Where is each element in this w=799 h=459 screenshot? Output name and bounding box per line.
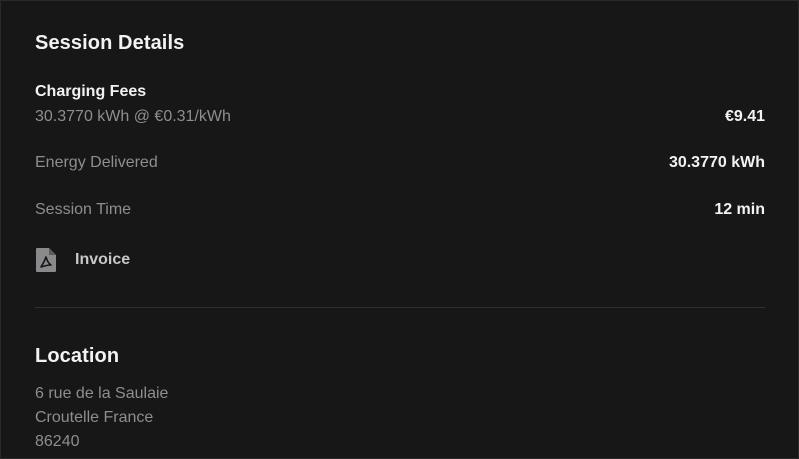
charging-fees-amount: €9.41	[724, 108, 765, 125]
address-line-postcode: 86240	[35, 433, 80, 450]
address-line-street: 6 rue de la Saulaie	[35, 385, 169, 402]
energy-delivered-label: Energy Delivered	[35, 154, 158, 171]
session-details-panel: Session Details Charging Fees 30.3770 kW…	[0, 0, 799, 459]
session-details-title: Session Details	[35, 32, 185, 54]
section-divider	[35, 307, 765, 308]
pdf-file-icon	[35, 247, 57, 273]
invoice-label: Invoice	[75, 251, 131, 268]
charging-fees-title: Charging Fees	[35, 83, 147, 100]
location-title: Location	[35, 345, 120, 367]
session-time-value: 12 min	[714, 201, 765, 218]
energy-delivered-value: 30.3770 kWh	[668, 154, 765, 171]
charging-fees-detail: 30.3770 kWh @ €0.31/kWh	[35, 108, 231, 125]
session-time-label: Session Time	[35, 201, 132, 218]
invoice-link[interactable]: Invoice	[35, 247, 130, 273]
address-line-city: Croutelle France	[35, 409, 154, 426]
